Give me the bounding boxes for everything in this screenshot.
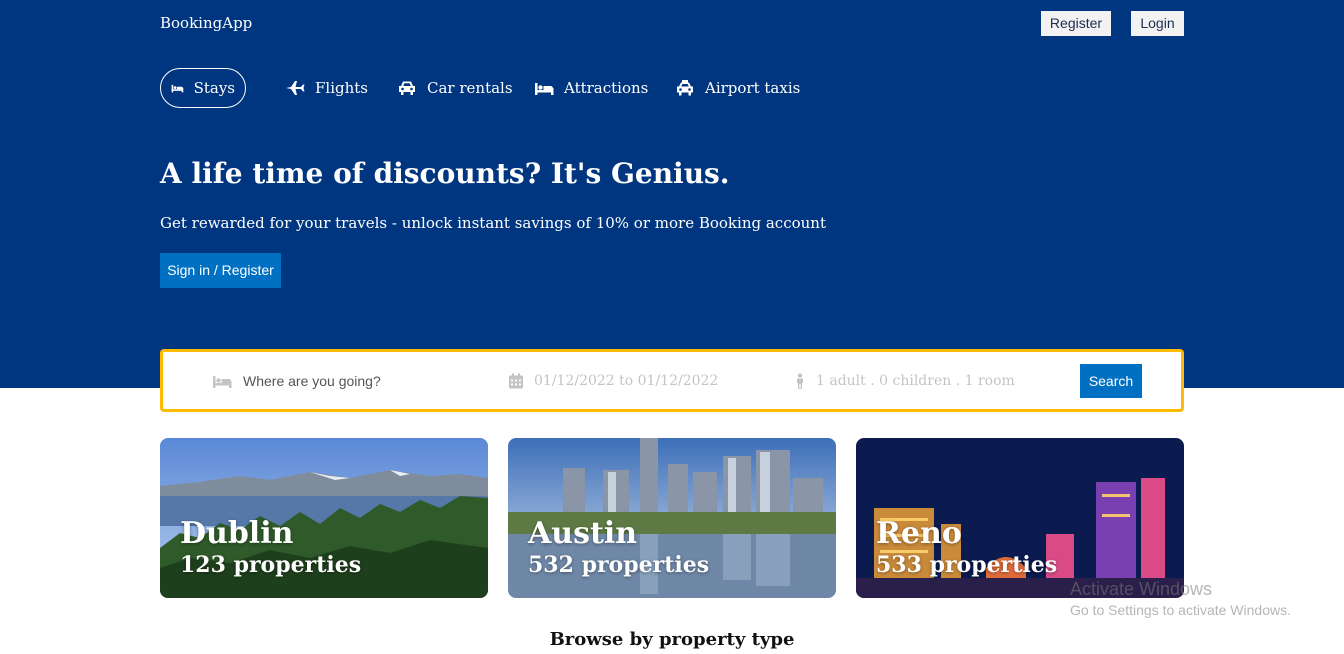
- city-property-count: 532 properties: [528, 552, 710, 578]
- city-name: Austin: [528, 516, 638, 551]
- nav-item-stays[interactable]: Stays: [160, 68, 246, 108]
- windows-activation-watermark: Activate Windows Go to Settings to activ…: [1070, 579, 1291, 618]
- nav-label-airport-taxis: Airport taxis: [705, 79, 801, 97]
- browse-section-title: Browse by property type: [549, 629, 795, 650]
- city-property-count: 533 properties: [876, 552, 1058, 578]
- destination-field[interactable]: [211, 371, 463, 391]
- person-icon: [797, 373, 803, 389]
- bed-icon: [535, 83, 554, 95]
- nav-item-airport-taxis[interactable]: Airport taxis: [675, 68, 800, 108]
- search-button[interactable]: Search: [1080, 364, 1142, 398]
- date-range-text: 01/12/2022 to 01/12/2022: [534, 373, 719, 389]
- sign-in-register-button[interactable]: Sign in / Register: [160, 253, 281, 288]
- city-property-count: 123 properties: [180, 552, 362, 578]
- hero-banner: [0, 0, 1344, 388]
- guests-text: 1 adult . 0 children . 1 room: [816, 373, 1015, 389]
- nav-item-attractions[interactable]: Attractions: [534, 68, 648, 108]
- nav-label-attractions: Attractions: [564, 79, 649, 97]
- hero-title: A life time of discounts? It's Genius.: [160, 157, 730, 190]
- bed-icon: [213, 376, 232, 388]
- city-card-reno[interactable]: Reno 533 properties: [856, 438, 1184, 598]
- watermark-line-2: Go to Settings to activate Windows.: [1070, 602, 1291, 618]
- nav-label-stays: Stays: [193, 79, 235, 97]
- city-card-dublin[interactable]: Dublin 123 properties: [160, 438, 488, 598]
- watermark-line-1: Activate Windows: [1070, 579, 1213, 599]
- register-button[interactable]: Register: [1041, 11, 1111, 36]
- nav-label-car-rentals: Car rentals: [427, 79, 513, 97]
- taxi-icon: [677, 80, 693, 96]
- nav-item-flights[interactable]: Flights: [285, 68, 368, 108]
- car-icon: [399, 81, 415, 95]
- plane-icon: [286, 81, 305, 95]
- bed-icon: [171, 84, 184, 93]
- nav-label-flights: Flights: [315, 79, 368, 97]
- date-field[interactable]: 01/12/2022 to 01/12/2022: [508, 371, 718, 391]
- city-card-austin[interactable]: Austin 532 properties: [508, 438, 836, 598]
- app-logo[interactable]: BookingApp: [160, 14, 252, 32]
- destination-input[interactable]: [243, 373, 463, 389]
- search-bar: 01/12/2022 to 01/12/2022 1 adult . 0 chi…: [160, 349, 1184, 412]
- calendar-icon: [509, 373, 523, 389]
- nav-item-car-rentals[interactable]: Car rentals: [397, 68, 513, 108]
- city-name: Reno: [876, 516, 962, 551]
- hero-subtitle: Get rewarded for your travels - unlock i…: [160, 214, 826, 232]
- guests-field[interactable]: 1 adult . 0 children . 1 room: [794, 371, 1015, 391]
- login-button[interactable]: Login: [1131, 11, 1184, 36]
- city-name: Dublin: [180, 516, 294, 551]
